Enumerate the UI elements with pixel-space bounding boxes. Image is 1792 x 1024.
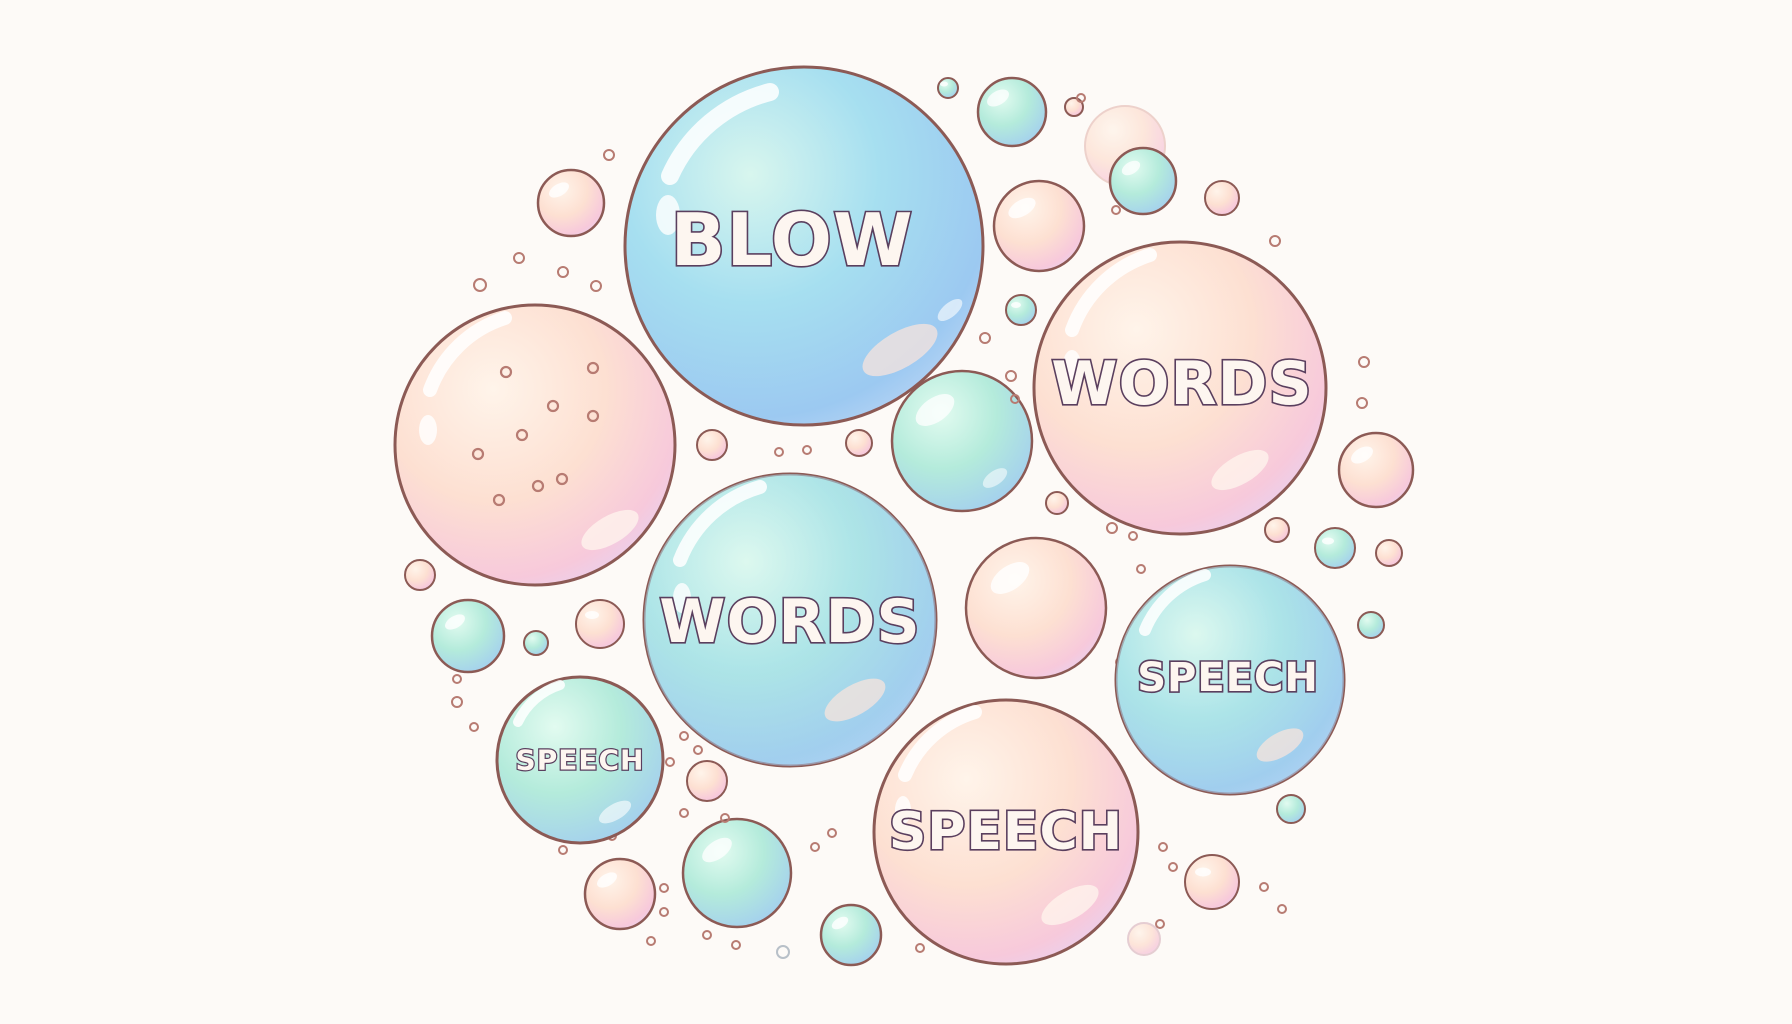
bubble-left-empty — [393, 303, 677, 587]
small-bubble — [890, 369, 1034, 513]
small-bubble — [976, 76, 1048, 148]
small-bubble — [1337, 431, 1415, 509]
bubble-words-center: WORDS — [642, 472, 938, 768]
small-bubble — [845, 429, 873, 457]
small-bubble — [1045, 491, 1069, 515]
small-bubble — [776, 945, 790, 959]
small-bubble — [575, 599, 625, 649]
small-bubble — [583, 857, 657, 931]
small-bubble — [1204, 180, 1240, 216]
small-bubble — [430, 598, 506, 674]
small-bubble — [1357, 611, 1385, 639]
bubble-blow: BLOW — [623, 65, 985, 427]
small-bubble — [404, 559, 436, 591]
small-bubble — [964, 536, 1108, 680]
small-bubble — [1005, 294, 1037, 326]
small-bubble — [523, 630, 549, 656]
small-bubble — [686, 760, 728, 802]
word-speech-left: SPEECH — [516, 744, 645, 777]
small-bubble — [992, 179, 1086, 273]
small-bubble — [1064, 97, 1084, 117]
small-bubble — [536, 168, 606, 238]
word-words-top: WORDS — [1051, 349, 1312, 419]
small-bubble — [1314, 527, 1356, 569]
small-bubble — [696, 429, 728, 461]
small-bubble — [1375, 539, 1403, 567]
small-bubble — [681, 817, 793, 929]
small-bubble — [937, 77, 959, 99]
bubble-words-top: WORDS — [1032, 240, 1328, 536]
small-bubble — [1184, 854, 1240, 910]
small-bubble — [819, 903, 883, 967]
word-speech-right: SPEECH — [1137, 655, 1319, 701]
small-bubble — [1264, 517, 1290, 543]
small-bubble — [1108, 146, 1178, 216]
small-bubble — [1127, 922, 1161, 956]
bubble-illustration: BLOW WORDS WORDS SPEECH SPEECH SPEECH — [393, 65, 1415, 967]
bubble-speech-left: SPEECH — [495, 675, 665, 845]
word-words-center: WORDS — [659, 587, 920, 657]
bubble-speech-bottom: SPEECH — [872, 698, 1140, 966]
small-bubble — [1276, 794, 1306, 824]
bubble-speech-right: SPEECH — [1114, 564, 1346, 796]
word-blow: BLOW — [671, 198, 914, 282]
word-speech-bottom: SPEECH — [889, 802, 1123, 862]
